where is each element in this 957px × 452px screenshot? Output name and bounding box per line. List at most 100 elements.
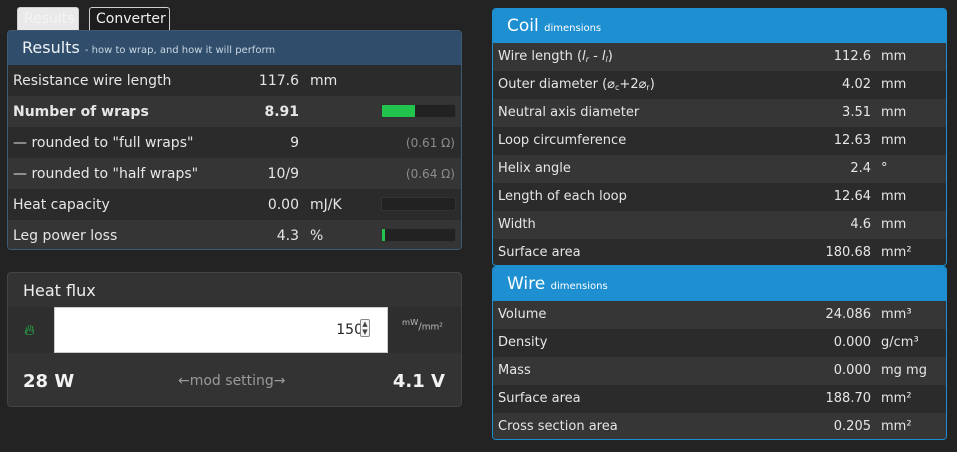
results-header: Results - how to wrap, and how it will p… — [8, 31, 461, 65]
row-unit: mm — [881, 217, 907, 232]
row-value: 112.6 — [833, 49, 871, 64]
results-subtitle: - how to wrap, and how it will perform — [84, 45, 276, 56]
wire-dimensions-panel: Wire dimensions Volume 24.086 mm³ Densit… — [492, 266, 947, 440]
wire-row-density: Density 0.000 g/cm³ — [493, 329, 946, 357]
wire-row-surface-area: Surface area 188.70 mm² — [493, 385, 946, 413]
coil-row-surface-area: Surface area 180.68 mm² — [493, 239, 946, 265]
coil-row-neutral-axis: Neutral axis diameter 3.51 mm — [493, 99, 946, 127]
row-value: 0.205 — [833, 419, 871, 434]
row-number-of-wraps: Number of wraps 8.91 — [8, 96, 461, 127]
coil-row-helix-angle: Helix angle 2.4 ° — [493, 155, 946, 183]
row-value: 12.63 — [833, 133, 871, 148]
unit-denominator: mm² — [421, 322, 443, 333]
wire-header: Wire dimensions — [493, 267, 946, 301]
volts-value: 4.1 V — [392, 371, 445, 392]
row-unit: mm — [881, 77, 907, 92]
row-unit: mm² — [881, 419, 912, 434]
wire-row-volume: Volume 24.086 mm³ — [493, 301, 946, 329]
coil-header: Coil dimensions — [493, 9, 946, 43]
row-resistance-wire-length: Resistance wire length 117.6 mm — [8, 65, 461, 96]
row-unit: mm — [881, 133, 907, 148]
coil-title: Coil — [507, 16, 539, 36]
heat-flux-input[interactable] — [54, 307, 388, 353]
heat-flux-unit: mW/mm² — [402, 317, 443, 333]
row-unit: mm² — [881, 391, 912, 406]
row-value: 12.64 — [833, 189, 871, 204]
row-unit: mm — [881, 189, 907, 204]
wraps-progress-bar — [381, 104, 456, 118]
row-value: 9 — [290, 134, 299, 151]
wire-subtitle: dimensions — [550, 281, 608, 292]
heat-capacity-bar — [381, 197, 456, 211]
row-leg-power-loss: Leg power loss 4.3 % — [8, 220, 461, 249]
row-label: Cross section area — [498, 419, 618, 434]
row-label: Density — [498, 335, 548, 350]
row-heat-capacity: Heat capacity 0.00 mJ/K — [8, 189, 461, 220]
row-value: 180.68 — [825, 245, 872, 260]
row-label: Mass — [498, 363, 531, 378]
heat-flux-results: 28 W ←mod setting→ 4.1 V — [8, 361, 461, 406]
coil-dimensions-panel: Coil dimensions Wire length (lr - ll) 11… — [492, 8, 947, 266]
row-value: 4.6 — [850, 217, 871, 232]
row-label: Volume — [498, 307, 547, 322]
row-full-wraps: — rounded to "full wraps" 9 (0.61 Ω) — [8, 127, 461, 158]
coil-subtitle: dimensions — [544, 23, 602, 34]
tab-results[interactable]: Results — [17, 7, 79, 31]
row-value: 24.086 — [825, 307, 872, 322]
row-label: — rounded to "half wraps" — [13, 165, 199, 182]
row-value: 3.51 — [842, 105, 871, 120]
leg-power-loss-bar — [381, 228, 456, 242]
row-value: 4.02 — [842, 77, 871, 92]
row-value: 0.00 — [267, 196, 299, 213]
row-label: Neutral axis diameter — [498, 105, 640, 120]
watts-value: 28 W — [23, 371, 75, 392]
heat-flux-input-row: 🔥︎ ▲▼ mW/mm² — [8, 307, 461, 353]
row-label: Surface area — [498, 391, 581, 406]
row-label: Surface area — [498, 245, 581, 260]
results-panel: Results - how to wrap, and how it will p… — [7, 30, 462, 250]
row-value: 8.91 — [264, 103, 299, 120]
coil-row-loop-length: Length of each loop 12.64 mm — [493, 183, 946, 211]
row-unit: g/cm³ — [881, 335, 919, 350]
row-label: Heat capacity — [13, 196, 110, 213]
row-extra: (0.64 Ω) — [405, 166, 455, 181]
row-label: Length of each loop — [498, 189, 627, 204]
row-unit: mJ/K — [310, 196, 342, 213]
row-value: 4.3 — [276, 227, 299, 244]
heat-flux-title: Heat flux — [23, 281, 96, 300]
row-extra: (0.61 Ω) — [405, 135, 455, 150]
row-label: Width — [498, 217, 536, 232]
bar-fill — [382, 105, 415, 117]
row-value: 10/9 — [267, 165, 299, 182]
row-value: 188.70 — [825, 391, 872, 406]
wire-title: Wire — [507, 274, 546, 294]
heat-flux-stepper[interactable]: ▲ ▼ — [360, 319, 370, 337]
coil-row-width: Width 4.6 mm — [493, 211, 946, 239]
row-label: Leg power loss — [13, 227, 118, 244]
row-value: 0.000 — [833, 363, 871, 378]
coil-row-loop-circumference: Loop circumference 12.63 mm — [493, 127, 946, 155]
row-value: 0.000 — [833, 335, 871, 350]
row-label: Loop circumference — [498, 133, 627, 148]
row-label: Wire length (lr - ll) — [498, 49, 613, 64]
row-label: Number of wraps — [13, 103, 149, 120]
row-unit: mg mg — [881, 363, 927, 378]
row-label: Outer diameter (⌀c+2⌀r) — [498, 77, 655, 92]
row-value: 117.6 — [258, 72, 299, 89]
heat-flux-panel: Heat flux 🔥︎ ▲▼ mW/mm² 28 W ←mod setting… — [7, 272, 462, 407]
row-half-wraps: — rounded to "half wraps" 10/9 (0.64 Ω) — [8, 158, 461, 189]
bar-fill — [382, 229, 385, 241]
flame-icon: 🔥︎ — [24, 321, 36, 339]
wire-row-mass: Mass 0.000 mg mg — [493, 357, 946, 385]
unit-numerator: mW — [402, 317, 419, 327]
row-unit: % — [310, 227, 324, 244]
row-value: 2.4 — [850, 161, 871, 176]
row-label: Helix angle — [498, 161, 571, 176]
mod-setting-label: ←mod setting→ — [178, 373, 286, 389]
row-unit: mm — [881, 105, 907, 120]
row-unit: mm — [310, 72, 338, 89]
coil-row-wire-length: Wire length (lr - ll) 112.6 mm — [493, 43, 946, 71]
results-title: Results — [22, 38, 80, 57]
coil-row-outer-diameter: Outer diameter (⌀c+2⌀r) 4.02 mm — [493, 71, 946, 99]
tab-converter[interactable]: Converter — [89, 7, 170, 31]
